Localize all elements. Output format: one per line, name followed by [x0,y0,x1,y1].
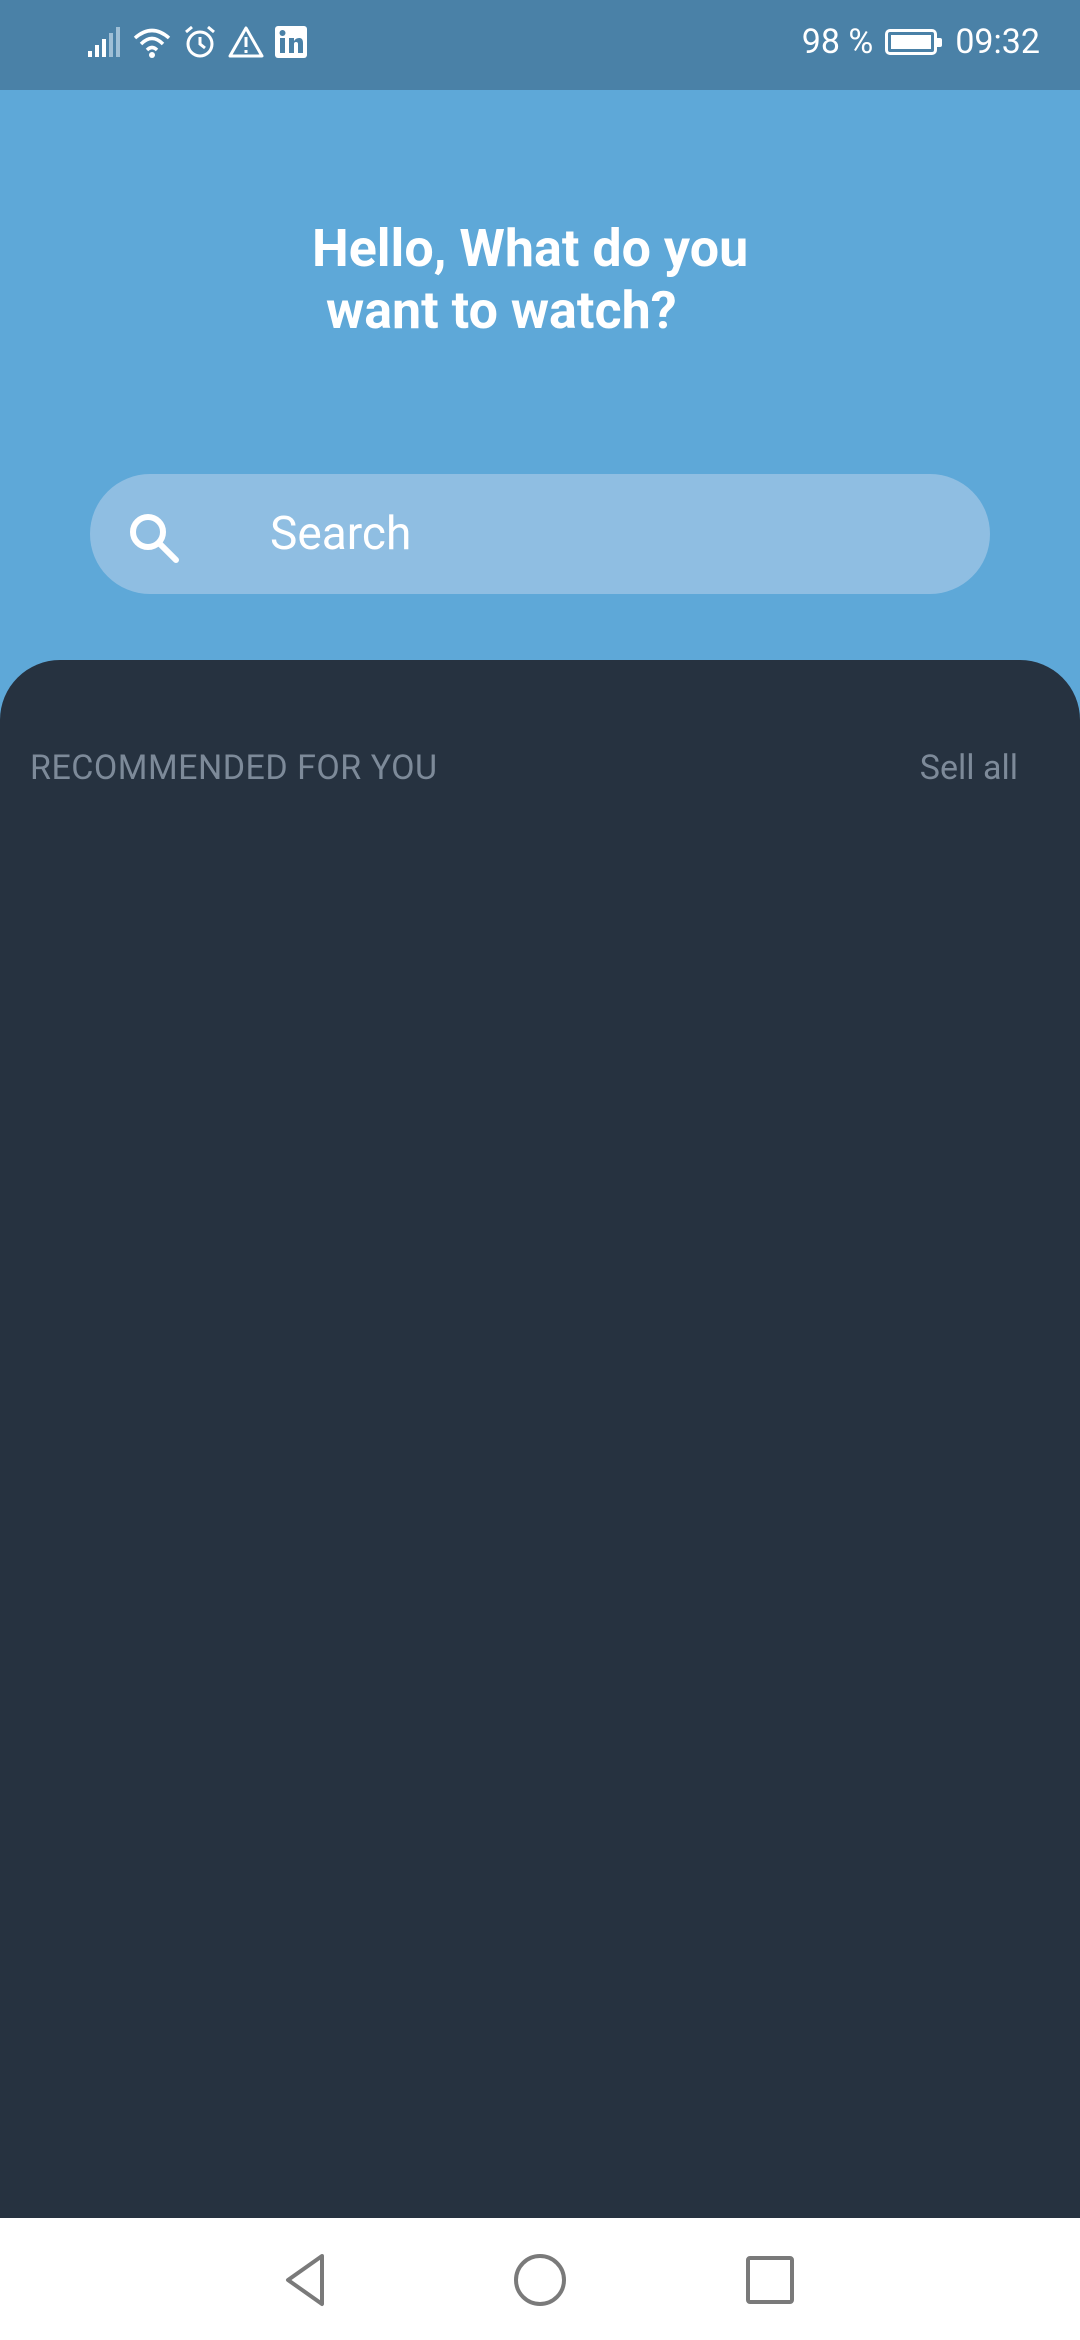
signal-icon [86,25,122,63]
wifi-icon [132,25,172,63]
warning-icon [228,25,264,63]
page-title: Hello, What do you want to watch? [312,218,832,342]
status-bar: 98 % 09:32 [0,0,1080,90]
clock: 09:32 [955,22,1040,62]
section-title: RECOMMENDED FOR YOU [30,748,438,788]
system-navigation-bar [0,2218,1080,2340]
greeting-line-1: Hello, What do you [312,218,749,279]
status-icons [86,24,308,64]
see-all-link[interactable]: Sell all [920,748,1018,788]
alarm-icon [182,24,218,64]
status-right: 98 % 09:32 [802,22,1040,62]
search-input[interactable]: Search [90,474,990,594]
search-icon [126,510,182,566]
battery-percentage: 98 % [801,22,874,62]
recents-icon[interactable] [740,2250,800,2310]
search-placeholder: Search [270,507,412,561]
battery-icon [885,29,943,55]
greeting-line-2: want to watch? [326,280,677,341]
linkedin-icon [274,25,308,63]
back-icon[interactable] [278,2250,338,2310]
content-panel: RECOMMENDED FOR YOU Sell all [0,660,1080,2218]
home-icon[interactable] [510,2250,570,2310]
